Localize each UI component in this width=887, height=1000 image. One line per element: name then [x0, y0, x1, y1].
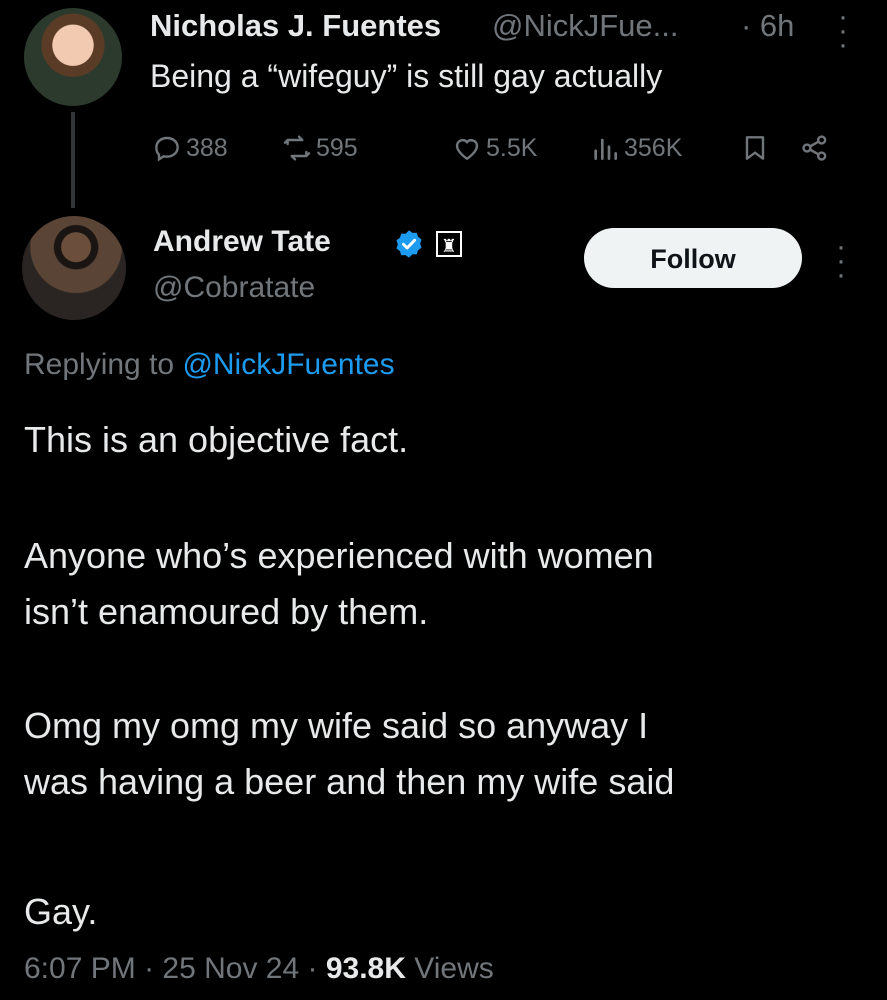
tweet-line: isn’t enamoured by them. [24, 591, 429, 632]
author-handle[interactable]: @Cobratate [153, 271, 315, 305]
views-count: 356K [624, 133, 683, 162]
tweet-line: was having a beer and then my wife said [24, 761, 675, 802]
tweet-line: Anyone who’s experienced with women [24, 535, 654, 576]
share-button[interactable] [798, 130, 832, 166]
avatar[interactable] [24, 8, 122, 106]
tweet-metadata: 6:07 PM · 25 Nov 24 · 93.8K Views [24, 952, 494, 986]
replying-prefix: Replying to [24, 348, 175, 381]
more-icon[interactable]: · · · [836, 2, 850, 60]
separator: · [307, 952, 326, 985]
tweet-paragraph: Omg my omg my wife said so anyway I was … [24, 698, 674, 810]
repost-button[interactable]: 595 [280, 130, 358, 166]
views-icon [594, 138, 617, 160]
author-handle[interactable]: @NickJFue... [492, 8, 679, 44]
more-icon[interactable]: · · · [834, 232, 848, 290]
reply-count: 388 [186, 133, 228, 162]
views-count: 93.8K [325, 952, 406, 985]
heart-icon [455, 139, 479, 161]
repost-icon [283, 135, 311, 161]
tweet-text: Being a “wifeguy” is still gay actually [150, 58, 663, 94]
separator: · [144, 952, 163, 985]
replying-to: Replying to @NickJFuentes [24, 348, 395, 382]
views-label: Views [414, 952, 494, 985]
like-button[interactable]: 5.5K [450, 130, 537, 166]
avatar[interactable] [22, 216, 126, 320]
reply-button[interactable]: 388 [150, 130, 228, 166]
reply-icon [155, 136, 179, 162]
replying-handle-link[interactable]: @NickJFuentes [182, 348, 394, 381]
thread-connector [71, 112, 75, 208]
repost-count: 595 [316, 133, 358, 162]
tweet-time[interactable]: 6:07 PM [24, 952, 136, 985]
views-button[interactable]: 356K [588, 130, 682, 166]
like-count: 5.5K [486, 133, 538, 162]
tweet-line: This is an objective fact. [24, 419, 409, 460]
verified-badge-icon[interactable] [393, 228, 425, 260]
share-icon [802, 135, 827, 161]
tweet-paragraph: This is an objective fact. [24, 412, 408, 468]
author-name[interactable]: Andrew Tate [153, 225, 331, 259]
bookmark-icon [745, 136, 765, 160]
follow-button[interactable]: Follow [584, 228, 802, 288]
tweet-line: Omg my omg my wife said so anyway I [24, 705, 649, 746]
affiliate-badge-icon[interactable]: ♜ [436, 231, 462, 257]
tweet-date[interactable]: 25 Nov 24 [162, 952, 299, 985]
author-name[interactable]: Nicholas J. Fuentes [150, 8, 441, 44]
bookmark-button[interactable] [738, 130, 772, 166]
tweet-time[interactable]: · 6h [741, 8, 794, 44]
tweet-line: Gay. [24, 891, 98, 932]
tweet-paragraph: Anyone who’s experienced with women isn’… [24, 528, 654, 640]
tweet-paragraph: Gay. [24, 884, 97, 940]
